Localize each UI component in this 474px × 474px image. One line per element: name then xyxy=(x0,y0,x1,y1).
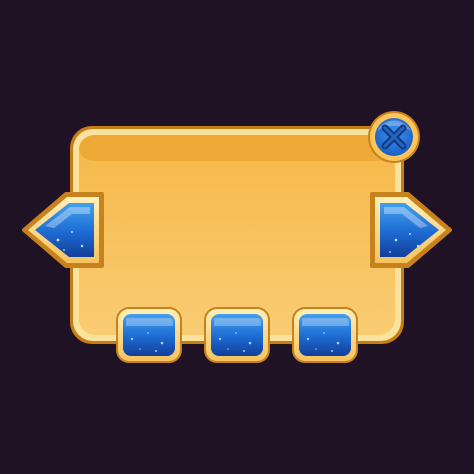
bottom-slot-button[interactable] xyxy=(204,307,270,363)
game-ui-stage xyxy=(0,0,474,474)
bottom-button-row xyxy=(116,307,358,363)
bottom-slot-button[interactable] xyxy=(116,307,182,363)
bottom-slot-button[interactable] xyxy=(292,307,358,363)
prev-arrow-button[interactable] xyxy=(22,192,104,268)
next-arrow-button[interactable] xyxy=(370,192,452,268)
arrow-left-icon xyxy=(22,192,104,268)
game-popup-scene xyxy=(22,111,452,363)
close-button[interactable] xyxy=(368,111,420,163)
arrow-right-icon xyxy=(370,192,452,268)
